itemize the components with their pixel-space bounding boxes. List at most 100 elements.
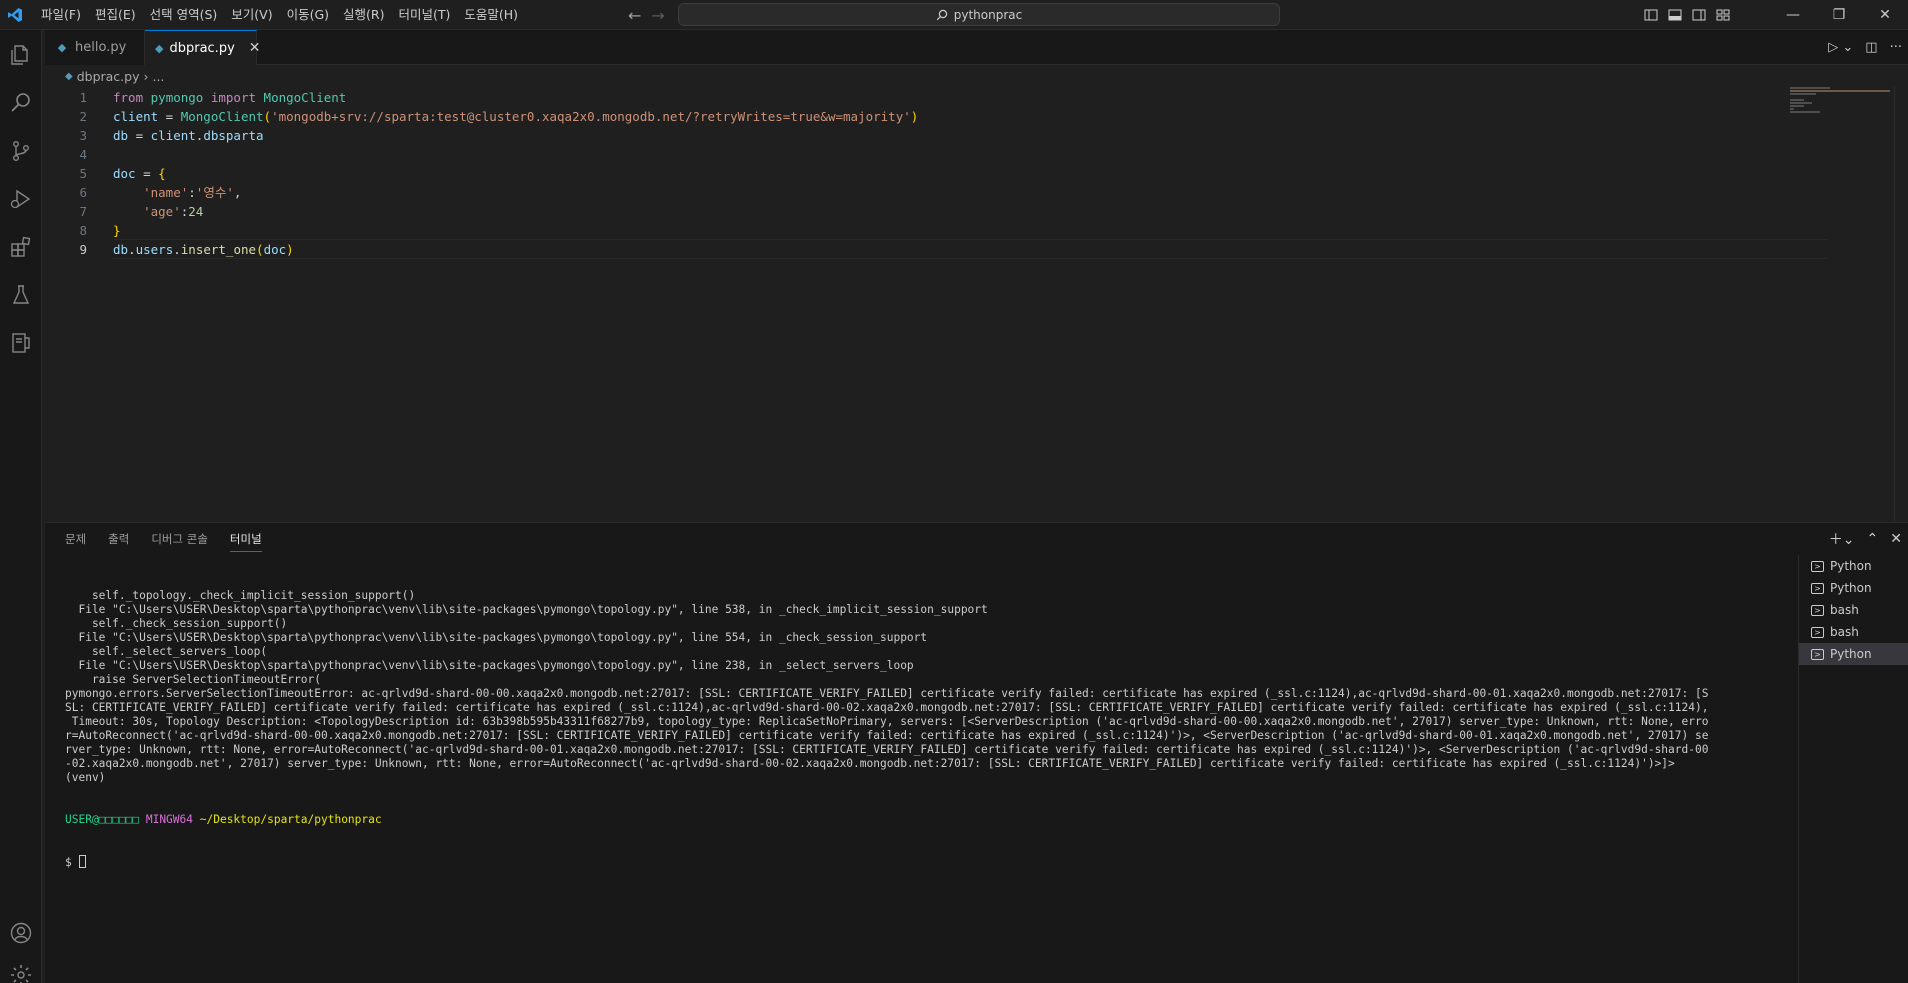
maximize-panel-icon[interactable]: ⌃	[1867, 531, 1879, 547]
code-text: from pymongo import MongoClient	[113, 88, 346, 107]
more-actions-icon[interactable]: ···	[1890, 40, 1902, 55]
toggle-primary-sidebar-icon[interactable]	[1644, 8, 1658, 22]
code-token: :	[188, 185, 196, 200]
menu-item[interactable]: 터미널(T)	[392, 0, 458, 30]
minimap[interactable]	[1790, 86, 1900, 116]
code-line: 1 from pymongo import MongoClient	[45, 88, 346, 107]
code-token: insert_one	[180, 242, 257, 257]
code-token: 'mongodb+srv://sparta:test@cluster0.xaqa…	[271, 109, 911, 124]
code-text: db.users.insert_one(doc)	[113, 240, 294, 259]
terminal-icon: >	[1811, 560, 1824, 572]
menu-item[interactable]: 실행(R)	[336, 0, 391, 30]
testing-flask-icon[interactable]	[6, 280, 36, 310]
prompt-symbol: $	[65, 856, 72, 869]
code-token: {	[158, 166, 166, 181]
code-line: 6 'name':'영수',	[45, 183, 241, 202]
tab-label: hello.py	[75, 40, 127, 55]
editor-scrollbar[interactable]	[1894, 86, 1908, 522]
customize-layout-icon[interactable]	[1716, 8, 1730, 22]
python-file-icon: ◆	[155, 41, 164, 55]
run-python-file-icon[interactable]: ▷ ⌄	[1828, 40, 1853, 55]
terminal-list-label: bash	[1830, 625, 1859, 639]
code-editor[interactable]: 1 from pymongo import MongoClient 2 client …	[45, 86, 1908, 522]
terminal-list-item[interactable]: > bash	[1799, 621, 1908, 643]
source-control-icon[interactable]	[6, 136, 36, 166]
terminal-input-line[interactable]: $	[65, 855, 1825, 870]
code-token: .	[173, 242, 181, 257]
line-number: 9	[79, 242, 87, 257]
remote-explorer-icon[interactable]	[6, 328, 36, 358]
terminal-list-label: Python	[1830, 581, 1872, 595]
toggle-secondary-sidebar-icon[interactable]	[1692, 8, 1706, 22]
menu-item[interactable]: 선택 영역(S)	[143, 0, 225, 30]
run-debug-icon[interactable]	[6, 184, 36, 214]
search-activity-icon[interactable]	[6, 88, 36, 118]
terminal-output[interactable]: self._topology._check_implicit_session_s…	[65, 561, 1825, 898]
terminal-line: File "C:\Users\USER\Desktop\sparta\pytho…	[65, 603, 988, 616]
line-number: 7	[79, 204, 87, 219]
panel-tab[interactable]: 출력	[108, 531, 129, 547]
python-file-icon: ◆	[65, 70, 73, 82]
minimize-icon[interactable]: —	[1770, 0, 1816, 30]
panel-tab[interactable]: 문제	[65, 531, 86, 547]
code-token: 24	[188, 204, 204, 219]
terminal-list-item[interactable]: > Python	[1799, 643, 1908, 665]
code-token: 'age'	[143, 204, 181, 219]
breadcrumb-rest[interactable]: ...	[152, 69, 164, 84]
code-token: )	[910, 109, 919, 124]
terminal-line: self._select_servers_loop(	[65, 645, 268, 658]
settings-gear-icon[interactable]	[6, 960, 36, 983]
terminal-icon: >	[1811, 604, 1824, 616]
code-line: 9 db.users.insert_one(doc)	[45, 240, 293, 259]
line-number: 5	[79, 166, 87, 181]
close-window-icon[interactable]: ✕	[1862, 0, 1908, 30]
extensions-icon[interactable]	[6, 232, 36, 262]
code-token: (	[256, 242, 264, 257]
tab-hello-py[interactable]: ◆ hello.py	[45, 30, 145, 65]
line-number: 4	[79, 147, 87, 162]
explorer-icon[interactable]	[6, 40, 36, 70]
code-text: db = client.dbsparta	[113, 126, 264, 145]
close-panel-icon[interactable]: ✕	[1890, 531, 1902, 547]
terminal-list-item[interactable]: > bash	[1799, 599, 1908, 621]
code-token: MongoClient	[263, 90, 347, 105]
search-icon	[936, 9, 947, 20]
prompt-path: ~/Desktop/sparta/pythonprac	[199, 813, 382, 826]
line-number: 1	[79, 90, 87, 105]
breadcrumb-file[interactable]: dbprac.py	[77, 69, 140, 84]
menu-item[interactable]: 파일(F)	[34, 0, 88, 30]
back-arrow-icon[interactable]: ←	[628, 6, 641, 25]
menu-item[interactable]: 이동(G)	[280, 0, 336, 30]
menu-item[interactable]: 편집(E)	[88, 0, 143, 30]
menu-item[interactable]: 보기(V)	[224, 0, 279, 30]
new-terminal-icon[interactable]: ＋⌄	[1829, 529, 1855, 549]
code-token: db	[113, 128, 129, 143]
terminal-list-item[interactable]: > Python	[1799, 555, 1908, 577]
panel-tabs: 문제 출력 디버그 콘솔 터미널	[65, 523, 262, 555]
restore-icon[interactable]: ❐	[1816, 0, 1862, 30]
code-text: }	[113, 221, 121, 240]
code-token: db	[113, 242, 129, 257]
split-editor-icon[interactable]: ◫	[1865, 40, 1877, 55]
terminal-list-label: Python	[1830, 647, 1872, 661]
command-center-search[interactable]: pythonprac	[678, 3, 1280, 26]
code-token: import	[210, 90, 257, 105]
vscode-logo-icon	[0, 0, 30, 30]
terminal-line: File "C:\Users\USER\Desktop\sparta\pytho…	[65, 631, 928, 644]
code-token: from	[113, 90, 144, 105]
terminal-list-item[interactable]: > Python	[1799, 577, 1908, 599]
close-tab-icon[interactable]: ✕	[249, 40, 261, 56]
code-token: }	[113, 223, 121, 238]
toggle-panel-icon[interactable]	[1668, 8, 1682, 22]
panel-tab[interactable]: 디버그 콘솔	[151, 531, 208, 547]
tab-dbprac-py[interactable]: ◆ dbprac.py ✕	[145, 30, 261, 65]
panel-tab[interactable]: 터미널	[229, 531, 262, 552]
code-text: client = MongoClient('mongodb+srv://spar…	[113, 107, 918, 126]
account-icon[interactable]	[6, 918, 36, 948]
menu-item[interactable]: 도움말(H)	[457, 0, 525, 30]
terminal-list-label: Python	[1830, 559, 1872, 573]
forward-arrow-icon[interactable]: →	[651, 6, 664, 25]
terminal-cursor	[78, 855, 86, 868]
